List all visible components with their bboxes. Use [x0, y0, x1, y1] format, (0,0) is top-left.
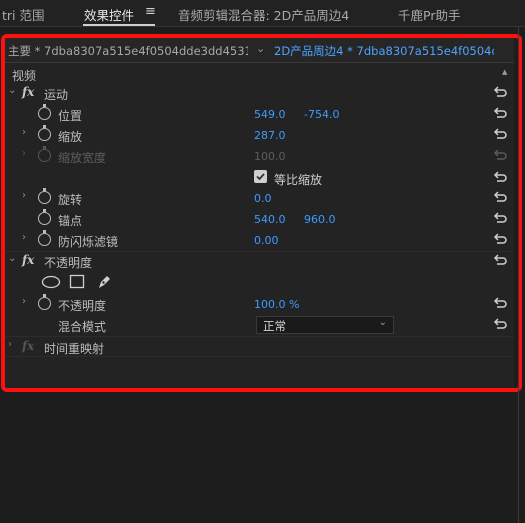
pen-mask-icon[interactable]: [96, 274, 112, 290]
expand-chevron-icon[interactable]: ›: [8, 339, 12, 350]
chevron-down-icon: ⌄: [378, 317, 387, 328]
tab-lumetri-scopes[interactable]: tri 范围: [2, 5, 45, 24]
tab-audio-clip-mixer[interactable]: 音频剪辑混合器: 2D产品周边4: [178, 5, 349, 24]
checkmark-icon: [256, 173, 265, 181]
position-x-value[interactable]: 549.0: [254, 108, 286, 121]
scale-row: › 缩放 287.0: [4, 125, 514, 146]
property-label: 防闪烁滤镜: [58, 235, 119, 249]
effect-name: 运动: [44, 88, 69, 102]
panel-menu-icon[interactable]: ≡: [145, 4, 156, 19]
property-label: 锚点: [58, 214, 83, 228]
rotation-value[interactable]: 0.0: [254, 192, 272, 205]
reset-icon[interactable]: [493, 232, 507, 246]
expand-chevron-icon[interactable]: ›: [22, 232, 26, 243]
stopwatch-icon: [38, 146, 51, 162]
property-label: 位置: [58, 109, 83, 123]
stopwatch-icon[interactable]: [38, 188, 51, 204]
stopwatch-icon[interactable]: [38, 104, 51, 120]
panel-divider: [518, 26, 519, 523]
opacity-value[interactable]: 100.0 %: [254, 298, 299, 311]
master-clip-label[interactable]: 主要 * 7dba8307a515e4f0504dde3dd4531a84...: [8, 43, 248, 59]
stopwatch-icon[interactable]: [38, 125, 51, 141]
anti-flicker-row: › 防闪烁滤镜 0.00: [4, 230, 514, 251]
reset-icon[interactable]: [493, 211, 507, 225]
anti-flicker-value[interactable]: 0.00: [254, 234, 279, 247]
section-label: 视频: [12, 69, 37, 83]
expand-chevron-icon[interactable]: ⌄: [8, 85, 16, 96]
property-label: 缩放宽度: [58, 151, 107, 165]
property-label: 混合模式: [58, 320, 107, 334]
uniform-scale-row: 等比缩放: [4, 168, 514, 189]
scroll-up-icon[interactable]: ▲: [502, 68, 507, 76]
scale-width-value: 100.0: [254, 150, 286, 163]
reset-icon[interactable]: [493, 170, 507, 184]
stopwatch-icon[interactable]: [38, 294, 51, 310]
reset-icon[interactable]: [493, 106, 507, 120]
stopwatch-icon[interactable]: [38, 209, 51, 225]
uniform-scale-checkbox[interactable]: [254, 170, 267, 183]
scale-width-row: › 缩放宽度 100.0: [4, 146, 514, 167]
panel-tab-bar: tri 范围 效果控件 ≡ 音频剪辑混合器: 2D产品周边4 千鹿Pr助手: [0, 0, 525, 27]
reset-icon[interactable]: [493, 85, 507, 99]
anchor-x-value[interactable]: 540.0: [254, 213, 286, 226]
opacity-value-row: › 不透明度 100.0 %: [4, 294, 514, 315]
effect-name: 时间重映射: [44, 342, 105, 356]
fx-toggle-icon[interactable]: fx: [22, 85, 34, 99]
blend-mode-select[interactable]: 正常 ⌄: [256, 316, 394, 334]
blend-mode-row: 混合模式 正常 ⌄: [4, 315, 514, 336]
reset-icon[interactable]: [493, 317, 507, 331]
fx-toggle-icon[interactable]: fx: [22, 253, 34, 267]
expand-chevron-icon[interactable]: ⌄: [8, 253, 16, 264]
fx-toggle-icon: fx: [22, 339, 35, 353]
reset-icon[interactable]: [493, 190, 507, 204]
opacity-effect-row[interactable]: ⌄ fx 不透明度: [4, 251, 514, 272]
video-section-header: 视频 ▲: [4, 64, 514, 85]
reset-icon[interactable]: [493, 253, 507, 267]
time-remap-row[interactable]: › fx 时间重映射: [4, 337, 514, 358]
uniform-scale-label: 等比缩放: [274, 173, 323, 187]
property-label: 不透明度: [58, 299, 107, 313]
tab-effect-controls[interactable]: 效果控件: [84, 5, 134, 24]
chevron-down-icon[interactable]: ⌄: [256, 42, 265, 55]
divider: [4, 356, 514, 357]
expand-chevron-icon[interactable]: ›: [22, 296, 26, 307]
scale-value[interactable]: 287.0: [254, 129, 286, 142]
reset-icon: [493, 149, 507, 160]
expand-chevron-icon: ›: [22, 148, 26, 159]
blend-mode-value: 正常: [263, 319, 286, 333]
expand-chevron-icon[interactable]: ›: [22, 127, 26, 138]
expand-chevron-icon[interactable]: ›: [22, 190, 26, 201]
anchor-y-value[interactable]: 960.0: [304, 213, 336, 226]
position-row: 位置 549.0 -754.0: [4, 104, 514, 125]
tab-assistant[interactable]: 千鹿Pr助手: [398, 5, 460, 24]
active-tab-indicator: [83, 24, 155, 26]
property-label: 缩放: [58, 130, 83, 144]
effect-name: 不透明度: [44, 256, 93, 270]
clip-selector-bar: 主要 * 7dba8307a515e4f0504dde3dd4531a84...…: [4, 38, 514, 63]
ellipse-mask-icon[interactable]: [41, 275, 61, 289]
stopwatch-icon[interactable]: [38, 230, 51, 246]
rectangle-mask-icon[interactable]: [69, 274, 85, 289]
reset-icon[interactable]: [493, 127, 507, 141]
reset-icon[interactable]: [493, 296, 507, 310]
mask-tools-row: [4, 273, 514, 294]
anchor-point-row: 锚点 540.0 960.0: [4, 209, 514, 230]
sequence-clip-label[interactable]: 2D产品周边4 * 7dba8307a515e4f0504dd...: [274, 43, 494, 59]
property-label: 旋转: [58, 193, 83, 207]
rotation-row: › 旋转 0.0: [4, 188, 514, 209]
motion-effect-row[interactable]: ⌄ fx 运动: [4, 83, 514, 104]
effect-controls-panel: 主要 * 7dba8307a515e4f0504dde3dd4531a84...…: [4, 38, 514, 388]
position-y-value[interactable]: -754.0: [304, 108, 339, 121]
